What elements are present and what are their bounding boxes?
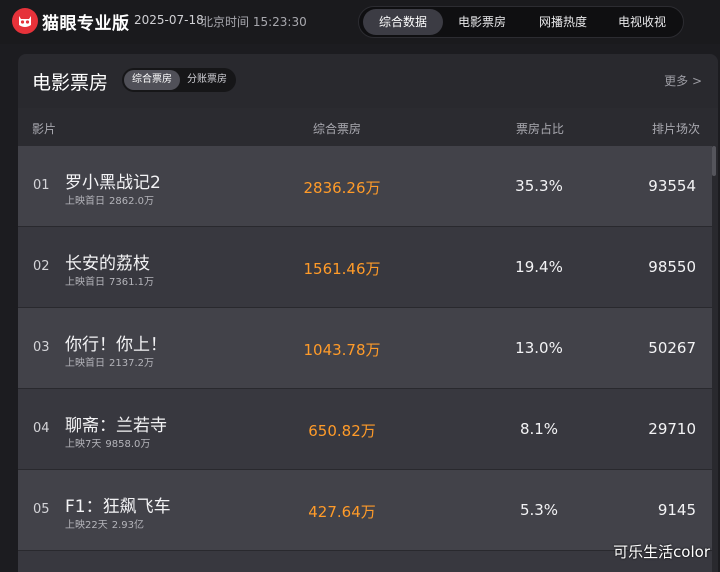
row-ratio: 35.3% (515, 177, 563, 195)
tab-tv-ratings[interactable]: 电视收视 (605, 9, 679, 35)
time-label: 北京时间 (201, 15, 250, 29)
release-value: 2137.2万 (109, 358, 154, 369)
row-release-info: 上映22天 2.93亿 (65, 516, 144, 531)
time-value: 15:23:30 (252, 15, 307, 29)
table-row[interactable]: 02 长安的荔枝 上映首日 7361.1万 1561.46万 19.4% 9855… (18, 227, 712, 307)
column-header-ratio: 票房占比 (516, 122, 565, 136)
row-rank: 01 (33, 178, 50, 193)
tab-movie-box-office[interactable]: 电影票房 (443, 9, 521, 35)
release-value: 2862.0万 (109, 196, 154, 207)
table-row[interactable]: 05 F1：狂飙飞车 上映22天 2.93亿 427.64万 5.3% 9145 (18, 470, 712, 550)
tab-comprehensive-data[interactable]: 综合数据 (363, 9, 443, 35)
row-ratio: 8.1% (519, 420, 559, 438)
row-release-info: 上映首日 2862.0万 (65, 192, 154, 207)
row-ratio: 5.3% (519, 501, 559, 519)
panel-header: 电影票房 综合票房 分账票房 更多 > (18, 54, 718, 108)
row-box-office: 1561.46万 (303, 260, 381, 278)
row-rank: 02 (33, 259, 50, 274)
cat-eye-logo-icon (12, 8, 38, 34)
row-shows: 29710 (648, 420, 696, 438)
row-rank: 05 (33, 502, 50, 517)
release-label: 上映首日 (65, 196, 105, 207)
logo-text: 猫眼专业版 (42, 13, 130, 34)
beijing-time: 北京时间 15:23:30 (201, 13, 307, 30)
app-logo[interactable]: 猫眼专业版 (12, 8, 130, 34)
main-nav-tabs: 综合数据 电影票房 网播热度 电视收视 (358, 6, 684, 38)
row-film-title: 聊斋：兰若寺 (65, 416, 167, 436)
row-rank: 04 (33, 421, 50, 436)
row-shows: 98550 (648, 258, 696, 276)
top-bar: 猫眼专业版 2025-07-18 北京时间 15:23:30 综合数据 电影票房… (0, 0, 720, 44)
row-film-title: F1：狂飙飞车 (65, 497, 171, 517)
watermark-text: 可乐生活color (613, 543, 710, 561)
more-link[interactable]: 更多 > (664, 72, 702, 89)
column-header-box-office: 综合票房 (313, 122, 362, 136)
row-box-office: 1043.78万 (303, 341, 381, 359)
row-rank: 03 (33, 340, 50, 355)
row-ratio: 19.4% (515, 258, 563, 276)
release-value: 9858.0万 (105, 439, 151, 450)
row-release-info: 上映首日 7361.1万 (65, 273, 154, 288)
table-row[interactable]: 03 你行！你上！ 上映首日 2137.2万 1043.78万 13.0% 502… (18, 308, 712, 388)
column-header-shows: 排片场次 (651, 122, 700, 136)
table-row[interactable]: 04 聊斋：兰若寺 上映7天 9858.0万 650.82万 8.1% 29710 (18, 389, 712, 469)
current-date: 2025-07-18 (134, 13, 204, 27)
box-office-subtabs: 综合票房 分账票房 (122, 68, 236, 92)
column-header-film: 影片 (32, 122, 57, 136)
release-label: 上映首日 (65, 358, 105, 369)
box-office-panel: 电影票房 综合票房 分账票房 更多 > 影片 综合票房 票房占比 排片场次 01… (18, 54, 718, 572)
row-film-title: 长安的荔枝 (65, 254, 150, 274)
panel-title: 电影票房 (32, 72, 109, 94)
table-row-partial[interactable] (18, 551, 712, 572)
table-row[interactable]: 01 罗小黑战记2 上映首日 2862.0万 2836.26万 35.3% 935… (18, 146, 712, 226)
row-release-info: 上映首日 2137.2万 (65, 354, 154, 369)
tab-web-streaming-heat[interactable]: 网播热度 (521, 9, 605, 35)
row-film-title: 你行！你上！ (65, 335, 167, 355)
release-label: 上映首日 (65, 277, 105, 288)
row-film-title: 罗小黑战记2 (65, 173, 161, 193)
release-label: 上映7天 (65, 439, 102, 450)
row-ratio: 13.0% (515, 339, 563, 357)
row-shows: 93554 (648, 177, 696, 195)
release-label: 上映22天 (65, 520, 108, 531)
row-box-office: 650.82万 (308, 422, 376, 440)
row-box-office: 2836.26万 (303, 179, 381, 197)
release-value: 7361.1万 (109, 277, 154, 288)
row-release-info: 上映7天 9858.0万 (65, 435, 150, 450)
row-shows: 50267 (648, 339, 696, 357)
subtab-comprehensive-box-office[interactable]: 综合票房 (124, 70, 180, 90)
scrollbar[interactable] (712, 146, 716, 176)
row-box-office: 427.64万 (308, 503, 376, 521)
table-header: 影片 综合票房 票房占比 排片场次 (18, 108, 718, 146)
subtab-split-box-office[interactable]: 分账票房 (180, 70, 234, 90)
release-value: 2.93亿 (111, 520, 144, 531)
row-shows: 9145 (657, 501, 696, 519)
